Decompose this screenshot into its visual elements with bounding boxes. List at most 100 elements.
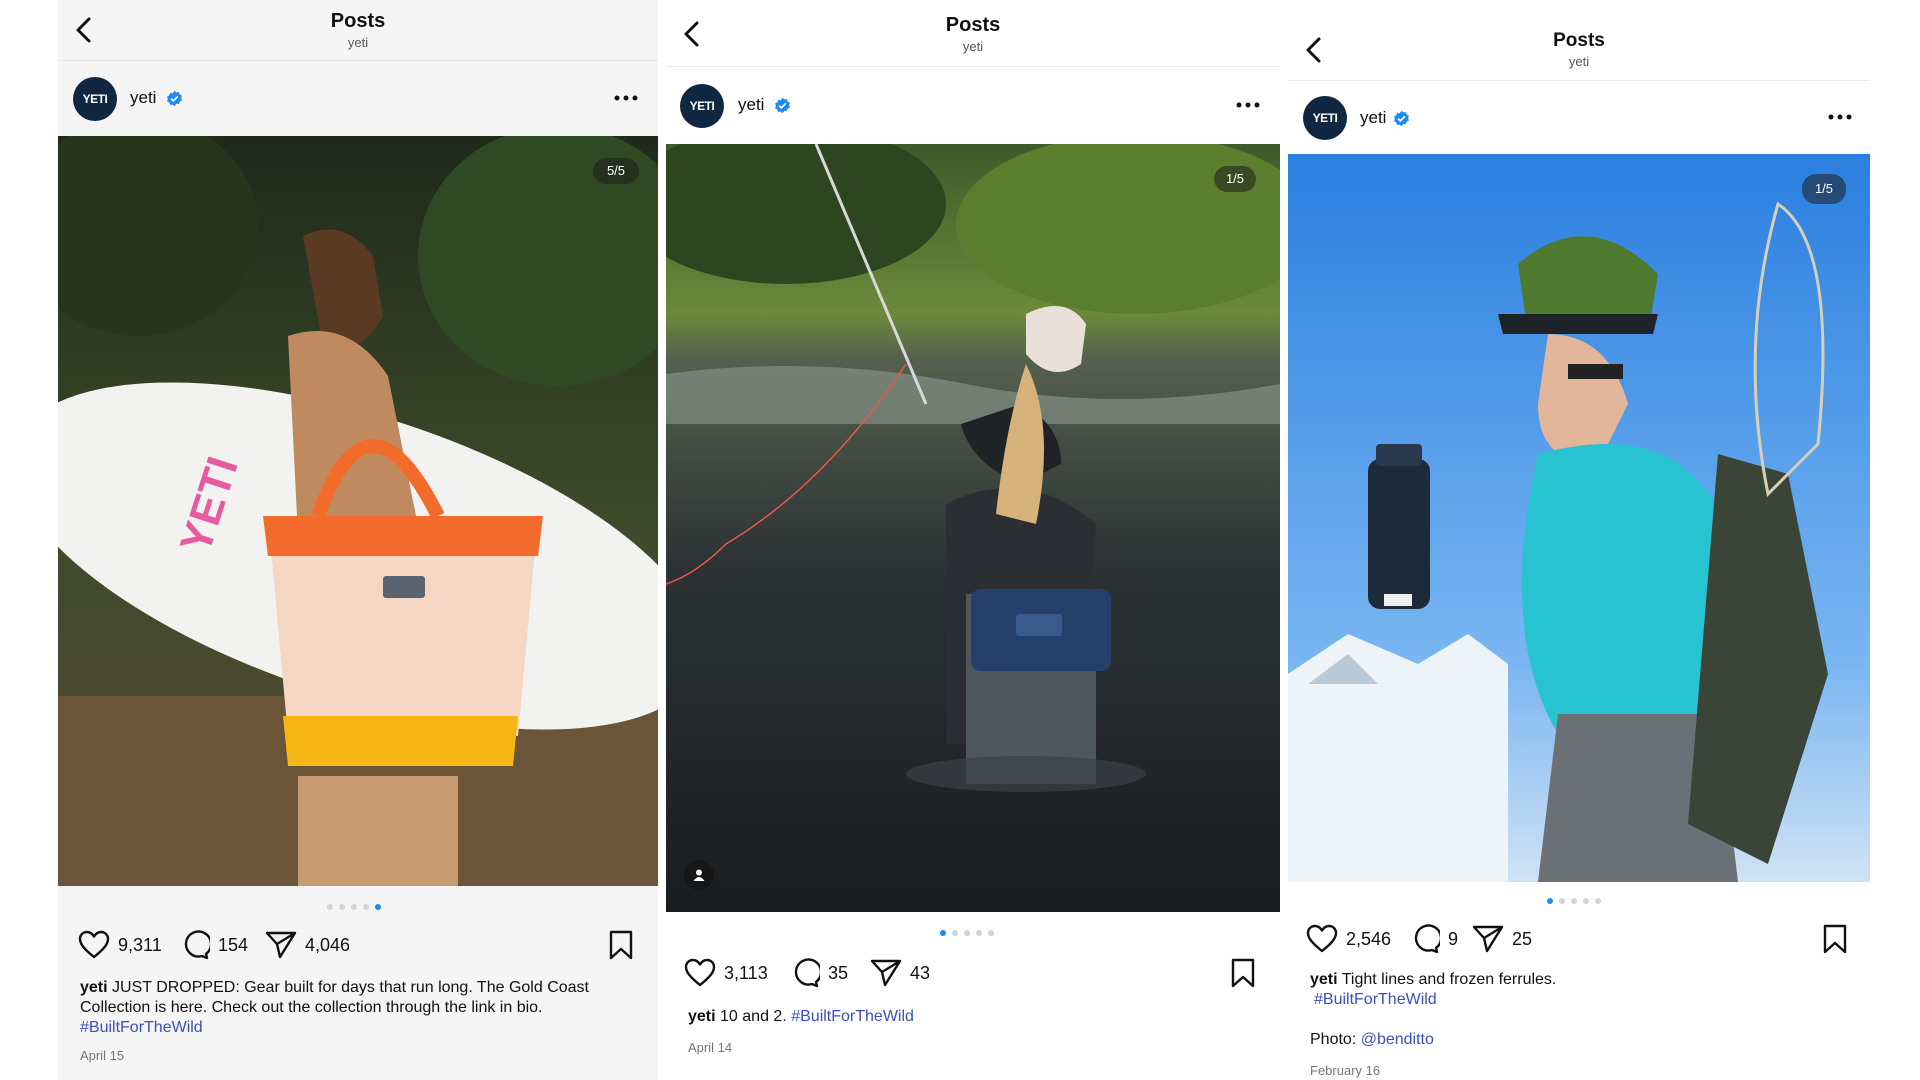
carousel-dot: [339, 904, 345, 910]
photo-winter-angler: [1288, 154, 1870, 882]
bookmark-icon[interactable]: [1822, 924, 1848, 954]
share-button[interactable]: 4,046: [265, 930, 350, 960]
post-date: February 16: [1310, 1063, 1381, 1078]
username[interactable]: yeti: [738, 95, 764, 115]
post-date: April 15: [80, 1048, 125, 1063]
photo-fly-fishing-river: [666, 144, 1280, 912]
back-chevron-icon: [76, 17, 91, 43]
comment-count: 35: [828, 962, 849, 983]
share-count: 25: [1512, 928, 1533, 949]
photo-credit-label: Photo:: [1310, 1031, 1357, 1048]
share-icon: [265, 931, 297, 959]
share-icon: [1472, 925, 1504, 953]
back-chevron-icon: [1306, 37, 1321, 63]
like-button[interactable]: 3,113: [684, 958, 768, 988]
tagged-user-button[interactable]: [684, 860, 714, 890]
share-button[interactable]: 25: [1472, 924, 1532, 954]
page-subtitle: yeti: [1568, 54, 1590, 69]
share-count: 43: [910, 962, 931, 983]
page-title: Posts: [330, 10, 386, 32]
carousel-dot: [351, 904, 357, 910]
header-divider: [1288, 80, 1870, 81]
verified-badge-icon: [1394, 110, 1409, 127]
carousel-dot: [976, 930, 982, 936]
comment-button[interactable]: 154: [180, 930, 248, 960]
avatar[interactable]: YETI: [680, 84, 724, 128]
slide-counter: 5/5: [593, 158, 639, 184]
page-subtitle: yeti: [962, 39, 984, 54]
tagged-user-icon: [693, 869, 705, 881]
more-options-icon[interactable]: [614, 95, 638, 101]
post-caption: yeti 10 and 2. #BuiltForTheWild: [688, 1007, 1258, 1027]
caption-username[interactable]: yeti: [80, 979, 108, 996]
post-caption: yeti Tight lines and frozen ferrules. #B…: [1310, 970, 1850, 1050]
carousel-dot: [964, 930, 970, 936]
comment-button[interactable]: 9: [1410, 924, 1458, 954]
post-date: April 14: [688, 1040, 733, 1055]
carousel-dot: [952, 930, 958, 936]
heart-icon: [78, 930, 110, 959]
like-button[interactable]: 2,546: [1306, 924, 1391, 954]
comment-button[interactable]: 35: [790, 958, 848, 988]
carousel-dot: [1571, 898, 1577, 904]
carousel-dot: [1559, 898, 1565, 904]
username[interactable]: yeti: [1360, 108, 1386, 128]
caption-username[interactable]: yeti: [688, 1008, 716, 1025]
back-chevron-icon: [684, 21, 699, 47]
slide-counter: 1/5: [1214, 166, 1256, 192]
caption-text: 10 and 2.: [720, 1008, 787, 1025]
bookmark-icon[interactable]: [1230, 958, 1256, 988]
post-card-2: Posts yeti YETI yeti 1/5 3,113 35 43 yet…: [666, 0, 1280, 1080]
back-button[interactable]: [74, 16, 94, 44]
like-count: 9,311: [118, 934, 162, 955]
post-card-3: Posts yeti YETI yeti 1/5 2,546 9 25 yeti…: [1288, 0, 1870, 1080]
slide-counter: 1/5: [1802, 174, 1846, 204]
share-count: 4,046: [305, 934, 351, 955]
caption-text: JUST DROPPED: Gear built for days that r…: [80, 979, 589, 1016]
header-divider: [58, 60, 658, 61]
carousel-dot: [988, 930, 994, 936]
caption-text: Tight lines and frozen ferrules.: [1341, 971, 1557, 988]
caption-hashtag[interactable]: #BuiltForTheWild: [80, 1019, 203, 1036]
more-options-icon[interactable]: [1828, 114, 1852, 120]
caption-username[interactable]: yeti: [1310, 971, 1338, 988]
back-button[interactable]: [1304, 36, 1324, 64]
like-count: 3,113: [724, 962, 768, 983]
verified-badge-icon: [775, 97, 790, 114]
back-button[interactable]: [682, 20, 702, 48]
username[interactable]: yeti: [130, 88, 156, 108]
header-divider: [666, 66, 1280, 67]
carousel-dots: [327, 904, 381, 910]
carousel-dot-active: [940, 930, 946, 936]
carousel-dot-active: [375, 904, 381, 910]
photo-surfer-tote: YETI: [58, 136, 658, 886]
bookmark-icon[interactable]: [608, 930, 634, 960]
comment-icon: [794, 958, 820, 988]
post-header: Posts yeti: [666, 14, 1280, 54]
post-photo[interactable]: YETI 5/5: [58, 136, 658, 886]
heart-icon: [1306, 924, 1338, 953]
carousel-dot: [1583, 898, 1589, 904]
photo-credit-handle[interactable]: @benditto: [1361, 1031, 1434, 1048]
page-title: Posts: [945, 14, 1001, 36]
comment-icon: [184, 930, 210, 960]
carousel-dot: [1595, 898, 1601, 904]
carousel-dot: [363, 904, 369, 910]
share-button[interactable]: 43: [870, 958, 930, 988]
comment-count: 154: [218, 934, 249, 955]
like-button[interactable]: 9,311: [78, 930, 162, 960]
avatar[interactable]: YETI: [1303, 96, 1347, 140]
page-title: Posts: [1553, 30, 1605, 51]
page-subtitle: yeti: [347, 35, 369, 50]
post-header: Posts yeti: [1288, 30, 1870, 69]
like-count: 2,546: [1346, 928, 1392, 949]
more-options-icon[interactable]: [1236, 102, 1260, 108]
caption-hashtag[interactable]: #BuiltForTheWild: [791, 1008, 914, 1025]
post-photo[interactable]: 1/5: [1288, 154, 1870, 882]
caption-hashtag[interactable]: #BuiltForTheWild: [1314, 991, 1437, 1008]
carousel-dots: [1547, 898, 1601, 904]
post-photo[interactable]: 1/5: [666, 144, 1280, 912]
avatar[interactable]: YETI: [73, 77, 117, 121]
heart-icon: [684, 958, 716, 987]
post-caption: yeti JUST DROPPED: Gear built for days t…: [80, 978, 640, 1038]
